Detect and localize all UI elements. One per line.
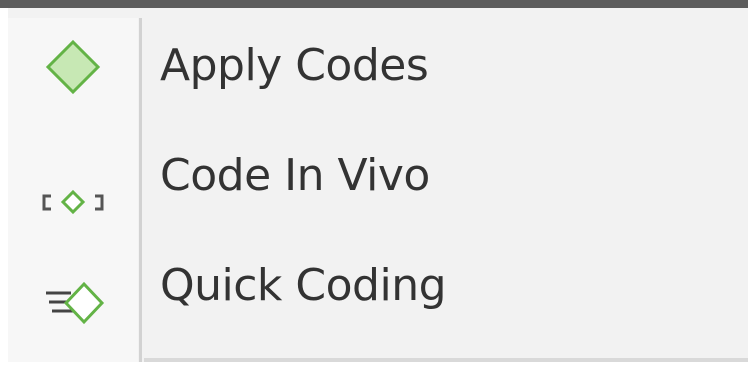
coding-menu: Apply Codes Code In Vivo Quick Coding [8, 8, 748, 362]
menu-item-quick-coding[interactable]: Quick Coding [8, 236, 748, 346]
menu-item-code-in-vivo[interactable]: Code In Vivo [8, 126, 748, 236]
context-menu-window: Apply Codes Code In Vivo Quick Coding [0, 0, 748, 366]
menu-item-label: Code In Vivo [160, 150, 430, 201]
menu-item-label: Quick Coding [160, 260, 447, 311]
menu-bottom-divider [144, 358, 748, 362]
menu-item-label: Apply Codes [160, 40, 429, 91]
quick-coding-icon [28, 246, 118, 336]
in-vivo-code-icon [28, 136, 118, 226]
menu-item-apply-codes[interactable]: Apply Codes [8, 16, 748, 126]
window-top-border [0, 0, 748, 8]
diamond-code-icon [28, 26, 118, 116]
